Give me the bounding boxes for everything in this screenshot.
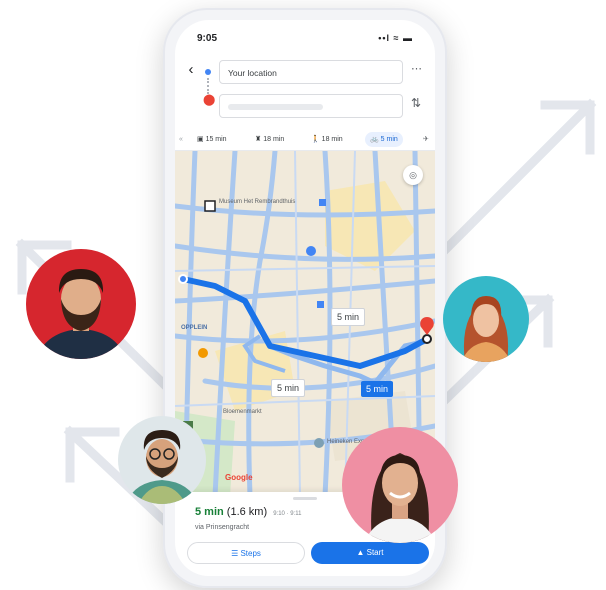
map-place-bloemenmarkt: Bloemenmarkt xyxy=(223,409,262,415)
mode-more-icon[interactable]: ✈ xyxy=(423,132,429,147)
avatar-bearded-man xyxy=(26,249,136,359)
mode-transit-label: 18 min xyxy=(263,136,285,143)
route-time-label-lower[interactable]: 5 min xyxy=(271,379,306,397)
destination-pin-icon: ⬤ xyxy=(203,94,216,106)
sheet-handle[interactable] xyxy=(293,497,317,500)
mode-transit[interactable]: ♜ 18 min xyxy=(255,132,284,147)
route-time-label-upper[interactable]: 5 min xyxy=(331,308,366,326)
mode-walk-label: 18 min xyxy=(321,136,343,143)
compass-icon[interactable]: ◎ xyxy=(403,165,423,185)
signal-battery-icon: ••l ≈ ▬ xyxy=(378,33,413,43)
mode-drive[interactable]: ▣ 15 min xyxy=(197,132,227,147)
eta-summary: 5 min (1.6 km) 9:10 · 9:11 xyxy=(195,506,301,518)
steps-button[interactable]: ☰ Steps xyxy=(187,542,305,564)
mode-bike-label: 5 min xyxy=(380,136,398,143)
mode-scroll-left-icon[interactable]: « xyxy=(179,132,183,147)
origin-input[interactable]: Your location xyxy=(219,60,403,84)
start-button[interactable]: ▲ Start xyxy=(311,542,429,564)
travel-mode-bar: « ▣ 15 min ♜ 18 min 🚶 18 min 🚲 5 min ✈ xyxy=(175,128,435,151)
back-arrow-icon[interactable]: ‹ xyxy=(183,61,199,79)
steps-label: Steps xyxy=(240,549,261,558)
map-place-opplein: OPPLEIN xyxy=(181,325,208,331)
eta-time: 5 min xyxy=(195,506,224,518)
route-via: via Prinsengracht xyxy=(195,524,250,531)
route-connector xyxy=(207,78,211,94)
more-options-icon[interactable]: ⋯ xyxy=(411,62,422,75)
eta-distance: (1.6 km) xyxy=(226,506,268,518)
start-label: Start xyxy=(366,548,384,557)
status-bar: 9:05 ••l ≈ ▬ xyxy=(175,20,435,56)
mode-walk[interactable]: 🚶 18 min xyxy=(311,132,343,147)
destination-input[interactable] xyxy=(219,94,403,118)
avatar-smiling-woman xyxy=(342,427,458,543)
origin-dot-icon xyxy=(205,69,211,75)
status-time: 9:05 xyxy=(197,33,218,44)
mode-drive-label: 15 min xyxy=(205,136,227,143)
eta-detail: 9:10 · 9:11 xyxy=(273,511,302,517)
route-time-label-primary[interactable]: 5 min xyxy=(361,381,394,397)
avatar-redhead-woman xyxy=(443,276,529,362)
map-place-rembrandthuis: Museum Het Rembrandthuis xyxy=(219,199,296,205)
mode-bike[interactable]: 🚲 5 min xyxy=(365,132,403,147)
avatar-curly-man xyxy=(118,416,206,504)
swap-icon[interactable]: ⇅ xyxy=(411,96,421,110)
google-logo: Google xyxy=(225,473,253,482)
destination-placeholder xyxy=(228,104,323,110)
